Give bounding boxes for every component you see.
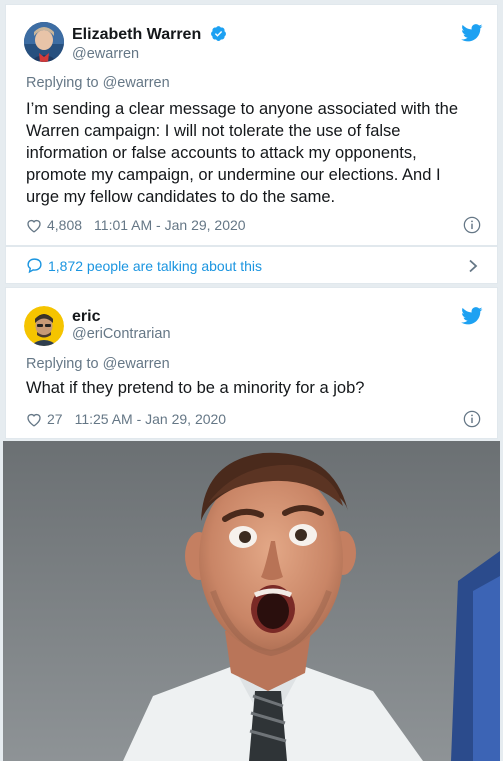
twitter-bird-icon[interactable] <box>461 307 483 325</box>
replying-to-handle[interactable]: @ewarren <box>103 356 170 372</box>
tweet-meta: 27 11:25 AM - Jan 29, 2020 <box>26 411 226 427</box>
avatar-eric[interactable] <box>24 306 64 346</box>
tweet-text: I’m sending a clear message to anyone as… <box>26 100 458 206</box>
conversation-link[interactable]: 1,872 people are talking about this <box>5 246 498 284</box>
author-handle[interactable]: @eriContrarian <box>72 326 171 342</box>
replying-to-handle[interactable]: @ewarren <box>103 75 170 91</box>
tweet-card-warren: Elizabeth Warren @ewarren Replying to @e… <box>5 4 498 246</box>
replying-to: Replying to @ewarren <box>26 356 170 372</box>
tweet-text: What if they pretend to be a minority fo… <box>26 379 365 397</box>
speech-bubble-icon <box>27 258 42 274</box>
author-handle[interactable]: @ewarren <box>72 46 139 62</box>
twitter-bird-icon[interactable] <box>461 24 483 42</box>
author-name[interactable]: Elizabeth Warren <box>72 25 227 44</box>
conversation-row[interactable]: 1,872 people are talking about this <box>26 257 262 274</box>
reaction-photo <box>3 441 500 761</box>
talking-count-label[interactable]: 1,872 people are talking about this <box>48 258 262 274</box>
like-count[interactable]: 4,808 <box>47 217 82 233</box>
chevron-right-icon[interactable] <box>467 259 479 273</box>
replying-to-label: Replying to <box>26 75 103 91</box>
timestamp[interactable]: 11:01 AM - Jan 29, 2020 <box>94 217 246 233</box>
timestamp[interactable]: 11:25 AM - Jan 29, 2020 <box>75 411 227 427</box>
author-name-text[interactable]: Elizabeth Warren <box>72 26 201 43</box>
author-name[interactable]: eric <box>72 308 100 326</box>
avatar-warren-image <box>24 22 64 62</box>
avatar-warren[interactable] <box>24 22 64 62</box>
heart-icon[interactable] <box>26 218 42 233</box>
info-icon[interactable] <box>463 410 481 428</box>
tweet-meta: 4,808 11:01 AM - Jan 29, 2020 <box>26 217 246 233</box>
tweet-card-eric: eric @eriContrarian Replying to @ewarren… <box>5 287 498 439</box>
replying-to-label: Replying to <box>26 356 103 372</box>
heart-icon[interactable] <box>26 412 42 427</box>
avatar-eric-image <box>24 306 64 346</box>
info-icon[interactable] <box>463 216 481 234</box>
surprised-man-illustration <box>3 441 500 761</box>
like-count[interactable]: 27 <box>47 411 63 427</box>
verified-badge-icon <box>210 26 226 41</box>
replying-to: Replying to @ewarren <box>26 75 170 91</box>
